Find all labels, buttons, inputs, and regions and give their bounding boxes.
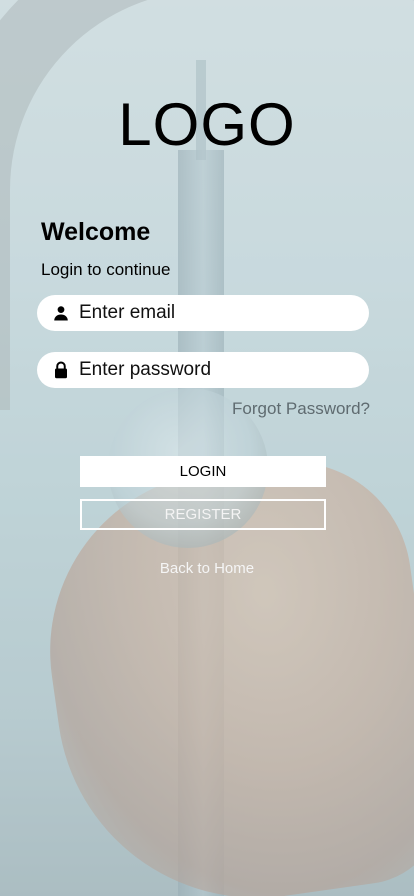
lock-icon — [55, 361, 67, 379]
email-input[interactable] — [77, 301, 351, 325]
password-field[interactable] — [37, 352, 369, 388]
login-button[interactable]: LOGIN — [80, 456, 326, 487]
register-button[interactable]: REGISTER — [80, 499, 326, 530]
email-field[interactable] — [37, 295, 369, 331]
login-subheading: Login to continue — [41, 260, 171, 279]
password-input[interactable] — [77, 358, 351, 382]
logo: LOGO — [118, 91, 296, 158]
forgot-password-link[interactable]: Forgot Password? — [232, 399, 370, 419]
back-to-home-link[interactable]: Back to Home — [0, 560, 414, 577]
welcome-heading: Welcome — [41, 218, 151, 246]
user-icon — [54, 306, 68, 321]
